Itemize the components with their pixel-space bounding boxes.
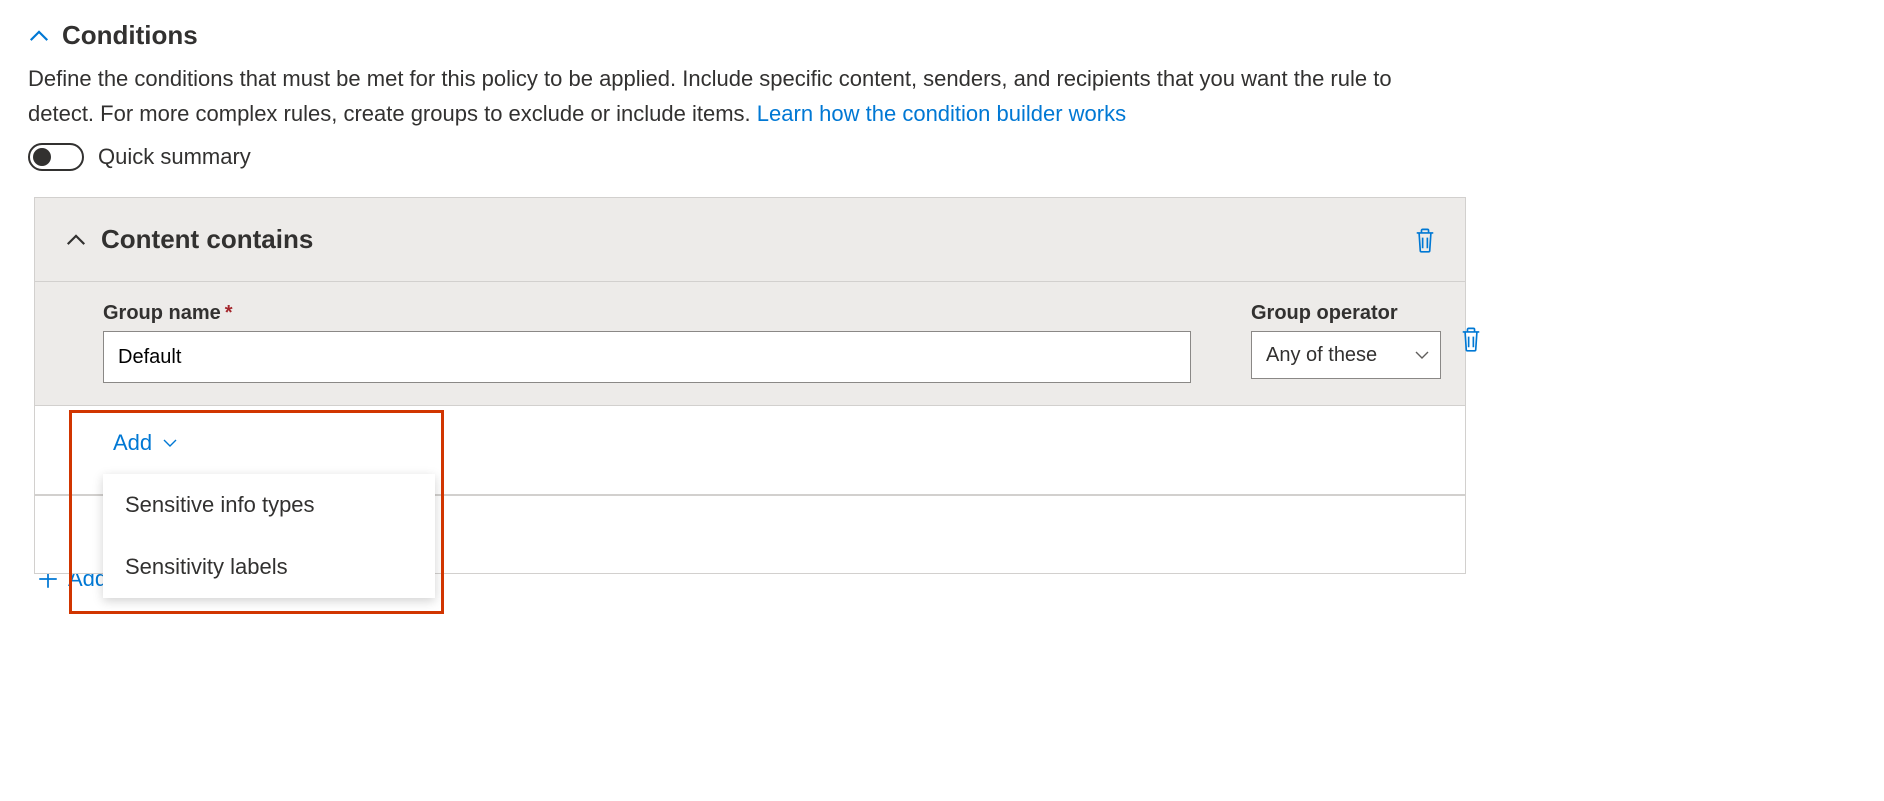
group-name-label: Group name* xyxy=(103,302,1191,325)
conditions-section-header[interactable]: Conditions xyxy=(28,20,1856,51)
content-contains-title: Content contains xyxy=(101,224,313,255)
content-contains-panel: Content contains Group name* Group opera… xyxy=(34,197,1466,574)
conditions-description-text: Define the conditions that must be met f… xyxy=(28,66,1392,126)
group-operator-select[interactable]: Any of these xyxy=(1251,331,1441,379)
quick-summary-toggle[interactable] xyxy=(28,143,84,171)
content-contains-header: Content contains xyxy=(35,198,1465,282)
learn-link[interactable]: Learn how the condition builder works xyxy=(757,101,1126,126)
add-section: Add Sensitive info types Sensitivity lab… xyxy=(35,406,1465,495)
chevron-up-icon[interactable] xyxy=(65,229,87,251)
quick-summary-label: Quick summary xyxy=(98,144,251,170)
add-dropdown-menu: Sensitive info types Sensitivity labels xyxy=(103,474,435,598)
menu-item-sensitive-info-types[interactable]: Sensitive info types xyxy=(103,474,435,536)
required-indicator: * xyxy=(225,302,233,324)
delete-panel-button[interactable] xyxy=(1413,227,1437,253)
chevron-up-icon xyxy=(28,25,50,47)
add-button-label: Add xyxy=(113,430,152,456)
group-operator-label: Group operator xyxy=(1251,302,1441,325)
conditions-description: Define the conditions that must be met f… xyxy=(28,61,1408,131)
group-settings-row: Group name* Group operator Any of these xyxy=(35,282,1465,406)
quick-summary-row: Quick summary xyxy=(28,143,1856,171)
group-name-label-text: Group name xyxy=(103,302,221,324)
add-dropdown-button[interactable]: Add xyxy=(113,430,1437,456)
chevron-down-icon xyxy=(1414,347,1430,363)
group-operator-value: Any of these xyxy=(1266,344,1377,367)
conditions-title: Conditions xyxy=(62,20,198,51)
menu-item-sensitivity-labels[interactable]: Sensitivity labels xyxy=(103,536,435,598)
delete-group-button[interactable] xyxy=(1459,326,1483,352)
group-name-input[interactable] xyxy=(103,331,1191,383)
chevron-down-icon xyxy=(162,435,178,451)
